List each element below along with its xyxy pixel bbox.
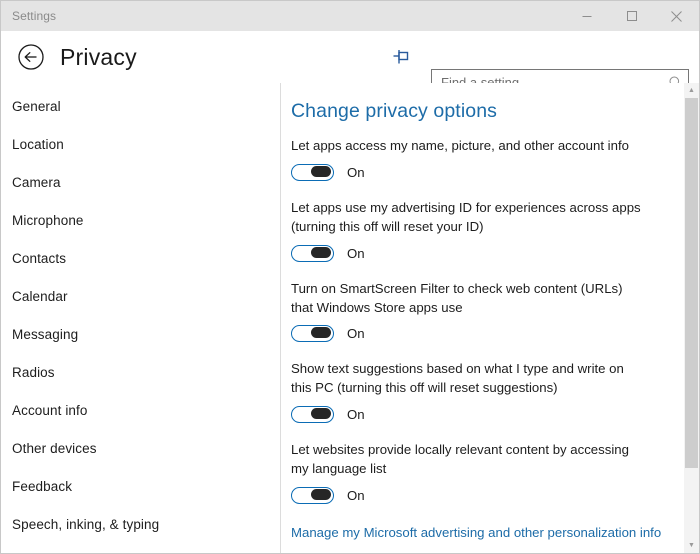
close-button[interactable] (654, 1, 699, 31)
sidebar-item-radios[interactable]: Radios (1, 353, 280, 391)
setting-account-info: Let apps access my name, picture, and ot… (291, 137, 677, 181)
scrollbar-down-arrow[interactable]: ▼ (684, 538, 699, 553)
close-icon (671, 10, 682, 22)
sidebar-item-location[interactable]: Location (1, 125, 280, 163)
toggle-switch[interactable] (291, 163, 334, 181)
manage-personalization-link[interactable]: Manage my Microsoft advertising and othe… (291, 525, 661, 540)
sidebar-item-speech-inking-typing[interactable]: Speech, inking, & typing (1, 505, 280, 543)
setting-smartscreen-filter: Turn on SmartScreen Filter to check web … (291, 280, 677, 343)
back-arrow-icon (18, 44, 44, 70)
setting-label: Let apps use my advertising ID for exper… (291, 199, 641, 234)
header-bar: Privacy (1, 31, 699, 95)
setting-label: Let apps access my name, picture, and ot… (291, 138, 629, 153)
toggle-switch[interactable] (291, 406, 334, 424)
setting-label: Let websites provide locally relevant co… (291, 442, 629, 476)
setting-label: Turn on SmartScreen Filter to check web … (291, 280, 623, 315)
toggle-row: On (291, 406, 677, 424)
maximize-icon (626, 11, 637, 21)
sidebar-item-messaging[interactable]: Messaging (1, 315, 280, 353)
content-heading: Change privacy options (291, 100, 497, 122)
toggle-knob (311, 165, 331, 177)
toggle-row: On (291, 163, 677, 181)
toggle-state-label: On (347, 245, 365, 261)
settings-content: Change privacy options Let apps access m… (281, 83, 699, 553)
sidebar-item-feedback[interactable]: Feedback (1, 467, 280, 505)
content-scrollbar[interactable]: ▲ ▼ (684, 83, 699, 553)
toggle-state-label: On (347, 487, 365, 503)
setting-label: Show text suggestions based on what I ty… (291, 361, 624, 396)
setting-advertising-id: Let apps use my advertising ID for exper… (291, 199, 677, 262)
toggle-knob (311, 246, 331, 258)
scrollbar-up-arrow[interactable]: ▲ (684, 83, 699, 98)
setting-language-list: Let websites provide locally relevant co… (291, 441, 677, 504)
toggle-knob (311, 327, 331, 339)
toggle-row: On (291, 486, 677, 504)
toggle-knob (311, 488, 331, 500)
toggle-state-label: On (347, 326, 365, 342)
pin-icon (393, 50, 409, 64)
page-title: Privacy (60, 43, 137, 70)
window-title: Settings (12, 9, 57, 23)
toggle-knob (311, 408, 331, 420)
minimize-icon (582, 16, 591, 17)
sidebar-item-general[interactable]: General (1, 87, 280, 125)
pin-button[interactable] (387, 43, 415, 71)
window-controls (564, 1, 699, 31)
toggle-switch[interactable] (291, 325, 334, 343)
toggle-switch[interactable] (291, 244, 334, 262)
sidebar-item-contacts[interactable]: Contacts (1, 239, 280, 277)
toggle-state-label: On (347, 164, 365, 180)
back-button[interactable] (15, 41, 47, 73)
toggle-row: On (291, 244, 677, 262)
toggle-switch[interactable] (291, 486, 334, 504)
toggle-state-label: On (347, 407, 365, 423)
sidebar-item-account-info[interactable]: Account info (1, 391, 280, 429)
scrollbar-thumb[interactable] (685, 98, 698, 468)
maximize-button[interactable] (609, 1, 654, 31)
scrollbar-track[interactable] (684, 98, 699, 538)
settings-sidebar: General Location Camera Microphone Conta… (1, 83, 281, 553)
settings-window: Settings Privacy Find a setting General … (0, 0, 700, 554)
sidebar-item-camera[interactable]: Camera (1, 163, 280, 201)
body-area: General Location Camera Microphone Conta… (1, 83, 699, 553)
setting-text-suggestions: Show text suggestions based on what I ty… (291, 360, 677, 424)
title-bar: Settings (1, 1, 699, 31)
sidebar-item-other-devices[interactable]: Other devices (1, 429, 280, 467)
toggle-row: On (291, 325, 677, 343)
sidebar-item-calendar[interactable]: Calendar (1, 277, 280, 315)
sidebar-item-microphone[interactable]: Microphone (1, 201, 280, 239)
minimize-button[interactable] (564, 1, 609, 31)
